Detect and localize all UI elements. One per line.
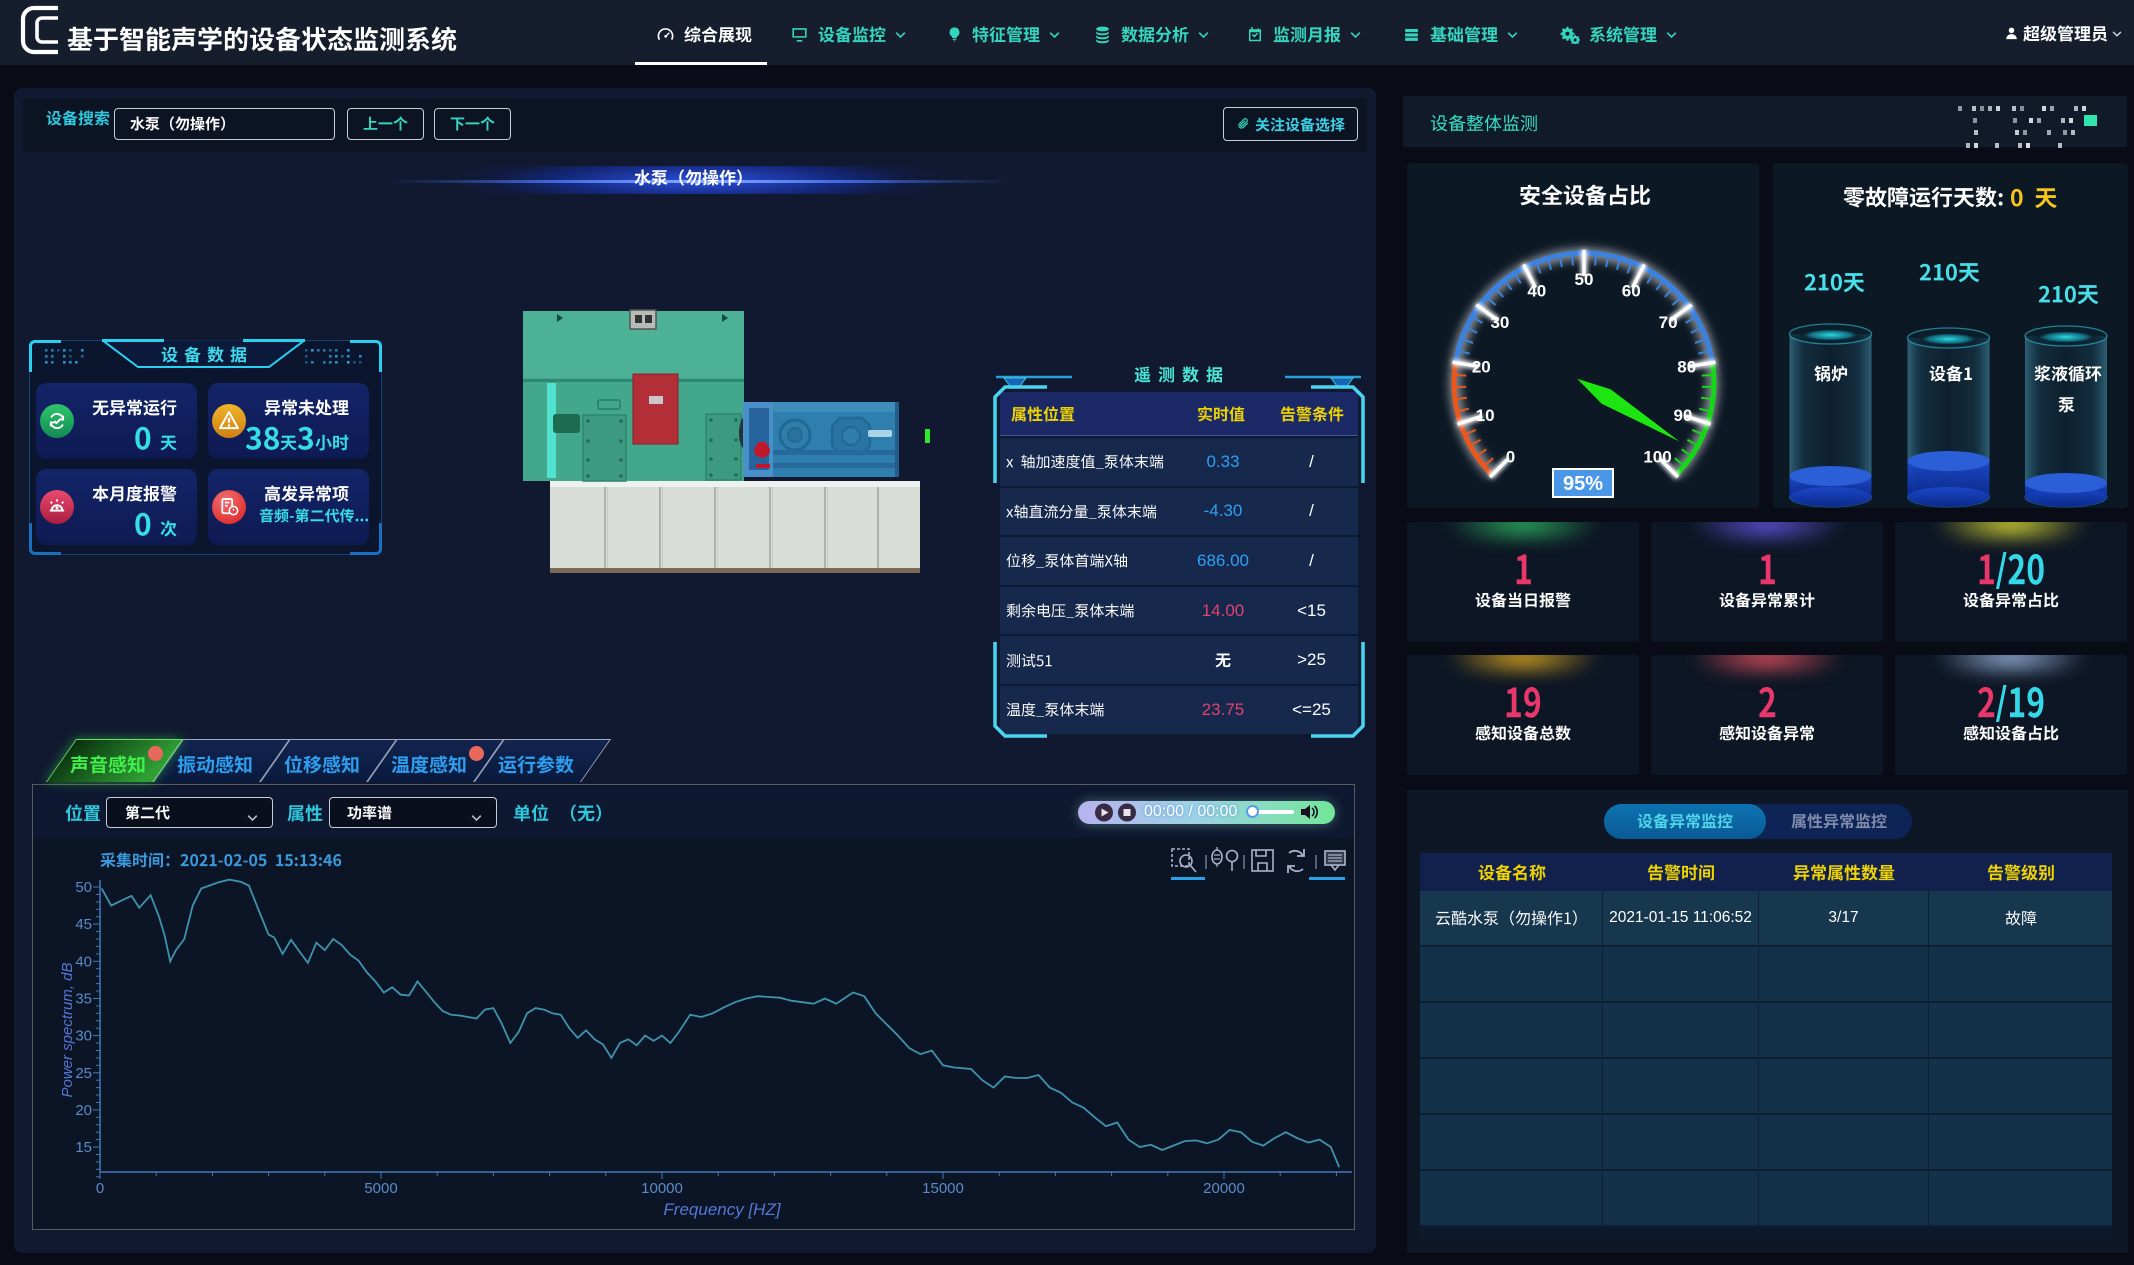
svg-text:20: 20 (75, 1102, 92, 1119)
svg-text:80: 80 (1677, 358, 1696, 377)
svg-text:100: 100 (1643, 448, 1671, 467)
svg-text:25: 25 (75, 1065, 92, 1082)
svg-text:Frequency [HZ]: Frequency [HZ] (663, 1200, 781, 1219)
svg-text:60: 60 (1622, 281, 1641, 300)
svg-text:15: 15 (75, 1139, 92, 1156)
svg-text:15000: 15000 (922, 1180, 964, 1197)
svg-text:0: 0 (96, 1180, 104, 1197)
svg-text:10000: 10000 (641, 1180, 683, 1197)
svg-text:20: 20 (1472, 358, 1491, 377)
svg-text:40: 40 (1527, 281, 1546, 300)
svg-text:95%: 95% (1563, 473, 1603, 495)
svg-text:90: 90 (1673, 406, 1692, 425)
svg-text:30: 30 (75, 1028, 92, 1045)
svg-text:20000: 20000 (1203, 1180, 1245, 1197)
svg-text:50: 50 (1575, 270, 1594, 289)
svg-text:10: 10 (1476, 406, 1495, 425)
svg-text:45: 45 (75, 916, 92, 933)
svg-text:5000: 5000 (364, 1180, 397, 1197)
svg-text:70: 70 (1659, 313, 1678, 332)
svg-text:40: 40 (75, 953, 92, 970)
svg-text:30: 30 (1490, 313, 1509, 332)
svg-text:35: 35 (75, 991, 92, 1008)
svg-text:0: 0 (1506, 448, 1515, 467)
svg-text:50: 50 (75, 879, 92, 896)
svg-text:Power spectrum, dB: Power spectrum, dB (59, 962, 76, 1097)
